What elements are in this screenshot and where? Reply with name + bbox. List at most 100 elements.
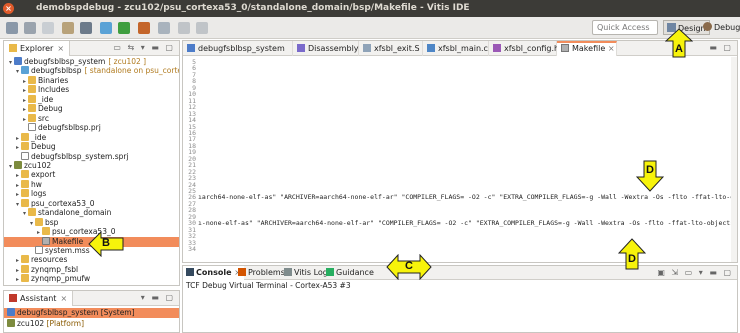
tree-item-suffix: [ zcu102 ] xyxy=(108,57,147,66)
system-project-icon xyxy=(14,57,22,65)
assistant-item-platform[interactable]: zcu102 [Platform] xyxy=(4,319,179,329)
folder-icon xyxy=(28,104,36,113)
file-icon xyxy=(21,151,29,160)
tree-item-label: Debug xyxy=(38,104,63,114)
folder-icon xyxy=(42,227,50,236)
explorer-header: Explorer × ▭ ⇆ ▾ ▬ ▢ xyxy=(4,41,179,56)
folder-icon xyxy=(28,85,36,94)
tree-item-label: system.mss xyxy=(45,246,90,255)
callout-a-label: A xyxy=(675,43,683,55)
folder-icon xyxy=(21,179,29,188)
folder-icon xyxy=(21,142,29,151)
h-file-icon xyxy=(493,44,501,52)
console-view: Console × Problems Vitis Log Guidance ▣ … xyxy=(182,265,738,333)
tab-makefile[interactable]: Makefile × xyxy=(557,41,617,56)
assistant-icon xyxy=(9,294,17,302)
new-icon[interactable] xyxy=(6,22,18,34)
navigate-back-icon[interactable] xyxy=(178,22,190,34)
navigate-forward-icon[interactable] xyxy=(196,22,208,34)
assistant-view: Assistant × ▾ ▬ ▢ debugfsblbsp_system [Sy… xyxy=(3,290,180,333)
platform-icon xyxy=(7,319,15,327)
window-title: demobspdebug - zcu102/psu_cortexa53_0/st… xyxy=(36,3,470,13)
callout-d-top: D xyxy=(636,160,664,192)
debug-perspective-button[interactable]: Debug xyxy=(700,20,740,35)
folder-icon xyxy=(21,274,29,283)
debug-icon[interactable] xyxy=(100,22,112,34)
tree-item-label: debugfsblbsp_system.sprj xyxy=(31,151,129,161)
platform-icon xyxy=(14,160,22,169)
quick-access-input[interactable]: Quick Access xyxy=(592,20,658,35)
file-icon xyxy=(28,123,36,132)
folder-icon xyxy=(21,264,29,273)
tab-guidance[interactable]: Guidance xyxy=(323,266,377,280)
callout-b-label: B xyxy=(102,237,110,249)
folder-icon xyxy=(21,170,29,179)
tree-item-label: zcu102 xyxy=(24,160,52,170)
tree-item-suffix: [ standalone on psu_cortexa53_0 ] xyxy=(84,66,179,76)
tree-item-label: Debug xyxy=(31,142,56,152)
assistant-view-actions[interactable]: ▾ ▬ ▢ xyxy=(141,293,175,302)
expand-toggle-icon[interactable]: ▸ xyxy=(14,275,21,285)
callout-c: C xyxy=(386,254,432,280)
callout-d-top-label: D xyxy=(646,164,654,176)
tab-xfsbl-exit[interactable]: xfsbl_exit.S xyxy=(359,41,423,56)
tree-item-label: Includes xyxy=(38,85,70,95)
tab-disassembly[interactable]: Disassembly xyxy=(293,41,359,56)
tab-xfsbl-main[interactable]: xfsbl_main.c xyxy=(423,41,489,56)
tab-problems[interactable]: Problems xyxy=(235,266,288,280)
tree-item-label: _ide xyxy=(38,94,54,104)
editor-scrollbar[interactable] xyxy=(731,57,737,262)
console-view-actions[interactable]: ▣ ⇲ ▭ ▾ ▬ ▢ xyxy=(657,268,733,277)
tab-xfsbl-config[interactable]: xfsbl_config.h xyxy=(489,41,559,56)
tree-item-label: export xyxy=(31,170,56,180)
callout-d-bottom: D xyxy=(618,238,646,270)
app-project-icon xyxy=(21,66,29,75)
folder-icon xyxy=(21,198,29,207)
run-icon[interactable] xyxy=(118,22,130,34)
build-icon[interactable] xyxy=(62,22,74,34)
assistant-tab[interactable]: Assistant × xyxy=(4,291,74,306)
explorer-tab[interactable]: Explorer × xyxy=(4,41,71,56)
editor-view-actions[interactable]: ▬ ▢ xyxy=(709,43,733,52)
makefile-icon xyxy=(561,44,569,52)
folder-icon xyxy=(21,132,29,141)
console-icon xyxy=(186,268,194,276)
tree-item-label: zynqmp_pmufw xyxy=(31,274,91,284)
save-all-icon[interactable] xyxy=(42,22,54,34)
debug-perspective-icon xyxy=(703,22,712,31)
search-icon[interactable] xyxy=(158,22,170,34)
log-icon xyxy=(284,268,292,276)
code-line: 34 xyxy=(183,244,731,254)
tree-item-label: debugfsblbsp.prj xyxy=(38,123,101,133)
source-file-icon xyxy=(363,44,371,52)
close-icon[interactable]: × xyxy=(60,294,67,303)
editor-area: debugfsblbsp_system Disassembly xfsbl_ex… xyxy=(182,40,738,263)
problems-icon xyxy=(238,268,246,276)
assistant-header: Assistant × ▾ ▬ ▢ xyxy=(4,291,179,306)
line-number: 34 xyxy=(188,245,196,254)
tree-item-label: src xyxy=(38,113,49,123)
save-icon[interactable] xyxy=(24,22,36,34)
close-icon[interactable]: × xyxy=(608,44,615,53)
hammer-icon[interactable] xyxy=(80,22,92,34)
tab-debugfsblbsp-system[interactable]: debugfsblbsp_system xyxy=(183,41,293,56)
explorer-view-actions[interactable]: ▭ ⇆ ▾ ▬ ▢ xyxy=(113,43,175,52)
folder-icon xyxy=(35,217,43,226)
window-close-button[interactable]: × xyxy=(3,3,14,14)
tree-item-label: debugfsblbsp xyxy=(31,66,82,76)
assistant-item-system[interactable]: debugfsblbsp_system [System] xyxy=(4,308,179,318)
external-tools-icon[interactable] xyxy=(138,22,150,34)
tree-item-label: Makefile xyxy=(52,236,84,246)
tree-item-label: standalone_domain xyxy=(38,208,112,218)
console-tab-bar: Console × Problems Vitis Log Guidance ▣ … xyxy=(183,266,737,280)
tree-item-label: logs xyxy=(31,189,47,199)
tree-item-label: _ide xyxy=(31,132,47,142)
folder-icon xyxy=(28,113,36,122)
close-icon[interactable]: × xyxy=(57,44,64,53)
window-title-bar: × demobspdebug - zcu102/psu_cortexa53_0/… xyxy=(0,0,740,17)
editor-tab-bar: debugfsblbsp_system Disassembly xfsbl_ex… xyxy=(183,41,737,56)
tree-item-label: Binaries xyxy=(38,75,69,85)
tree-item-zynqmp-pmufw[interactable]: ▸ zynqmp_pmufw xyxy=(4,274,179,284)
folder-icon xyxy=(21,189,29,198)
folder-icon xyxy=(28,94,36,103)
